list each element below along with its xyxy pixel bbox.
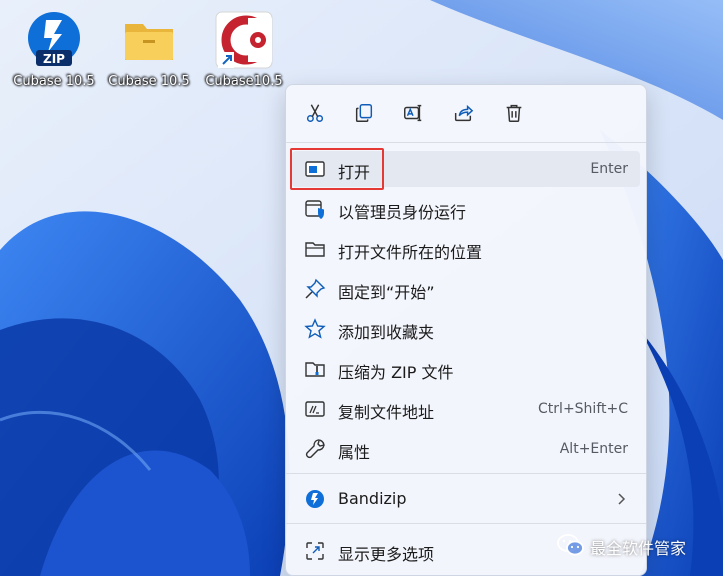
rename-button[interactable] [398, 98, 428, 128]
folder-icon [119, 10, 179, 70]
menu-item-properties[interactable]: 属性 Alt+Enter [292, 431, 640, 467]
more-options-icon [304, 540, 326, 562]
menu-item-label: 复制文件地址 [338, 403, 435, 422]
rename-icon [404, 104, 422, 122]
desktop-icon-label: Cubase 10.5 [108, 74, 190, 89]
menu-item-copy-path[interactable]: 复制文件地址 Ctrl+Shift+C [292, 391, 640, 427]
menu-item-label: 压缩为 ZIP 文件 [338, 363, 454, 382]
menu-item-label: Bandizip [338, 489, 407, 508]
wechat-icon [557, 534, 584, 556]
menu-item-add-to-favorites[interactable]: 添加到收藏夹 [292, 311, 640, 347]
desktop-icon-zip[interactable]: ZIP Cubase 10.5 [7, 8, 101, 89]
highlight-annotation-box [290, 148, 384, 190]
pin-icon [304, 278, 326, 300]
desktop-icon-cubase[interactable]: Cubase10.5 [197, 8, 291, 89]
menu-separator [286, 142, 646, 143]
run-as-admin-icon [304, 198, 326, 220]
menu-item-bandizip[interactable]: Bandizip [292, 481, 640, 517]
star-icon [304, 318, 326, 340]
menu-item-show-more-options[interactable]: 显示更多选项 [292, 533, 640, 569]
quick-actions-bar [286, 85, 646, 143]
wrench-icon [304, 438, 326, 460]
watermark: 最全软件管家 [556, 532, 686, 558]
menu-item-label: 属性 [338, 443, 371, 462]
zip-folder-icon [304, 358, 326, 380]
menu-item-shortcut: Enter [590, 161, 628, 177]
chevron-right-icon [618, 493, 626, 505]
menu-item-shortcut: Ctrl+Shift+C [538, 401, 628, 417]
delete-button[interactable] [499, 98, 529, 128]
menu-item-run-as-admin[interactable]: 以管理员身份运行 [292, 191, 640, 227]
menu-item-compress-zip[interactable]: 压缩为 ZIP 文件 [292, 351, 640, 387]
cut-button[interactable] [300, 98, 330, 128]
watermark-text: 最全软件管家 [590, 539, 687, 558]
menu-item-label: 添加到收藏夹 [338, 323, 435, 342]
menu-separator [286, 523, 646, 524]
copy-path-icon [304, 398, 326, 420]
desktop-icon-label: Cubase10.5 [205, 74, 283, 89]
menu-item-open-location[interactable]: 打开文件所在的位置 [292, 231, 640, 267]
cubase-app-icon [214, 10, 274, 70]
zip-badge: ZIP [43, 52, 65, 66]
copy-button[interactable] [349, 98, 379, 128]
zip-icon: ZIP [24, 10, 84, 70]
desktop-icon-folder[interactable]: Cubase 10.5 [102, 8, 196, 89]
menu-item-shortcut: Alt+Enter [559, 441, 628, 457]
cut-icon [306, 104, 324, 122]
folder-icon [304, 238, 326, 260]
delete-icon [506, 104, 522, 122]
menu-item-label: 固定到“开始” [338, 283, 435, 302]
menu-item-pin-to-start[interactable]: 固定到“开始” [292, 271, 640, 307]
copy-icon [355, 104, 373, 122]
menu-item-label: 以管理员身份运行 [338, 203, 467, 222]
share-button[interactable] [448, 98, 478, 128]
menu-item-label: 显示更多选项 [338, 545, 435, 564]
bandizip-icon [304, 488, 326, 510]
desktop-icon-label: Cubase 10.5 [13, 74, 95, 89]
share-icon [454, 104, 474, 122]
menu-separator [286, 473, 646, 474]
menu-item-label: 打开文件所在的位置 [338, 243, 483, 262]
